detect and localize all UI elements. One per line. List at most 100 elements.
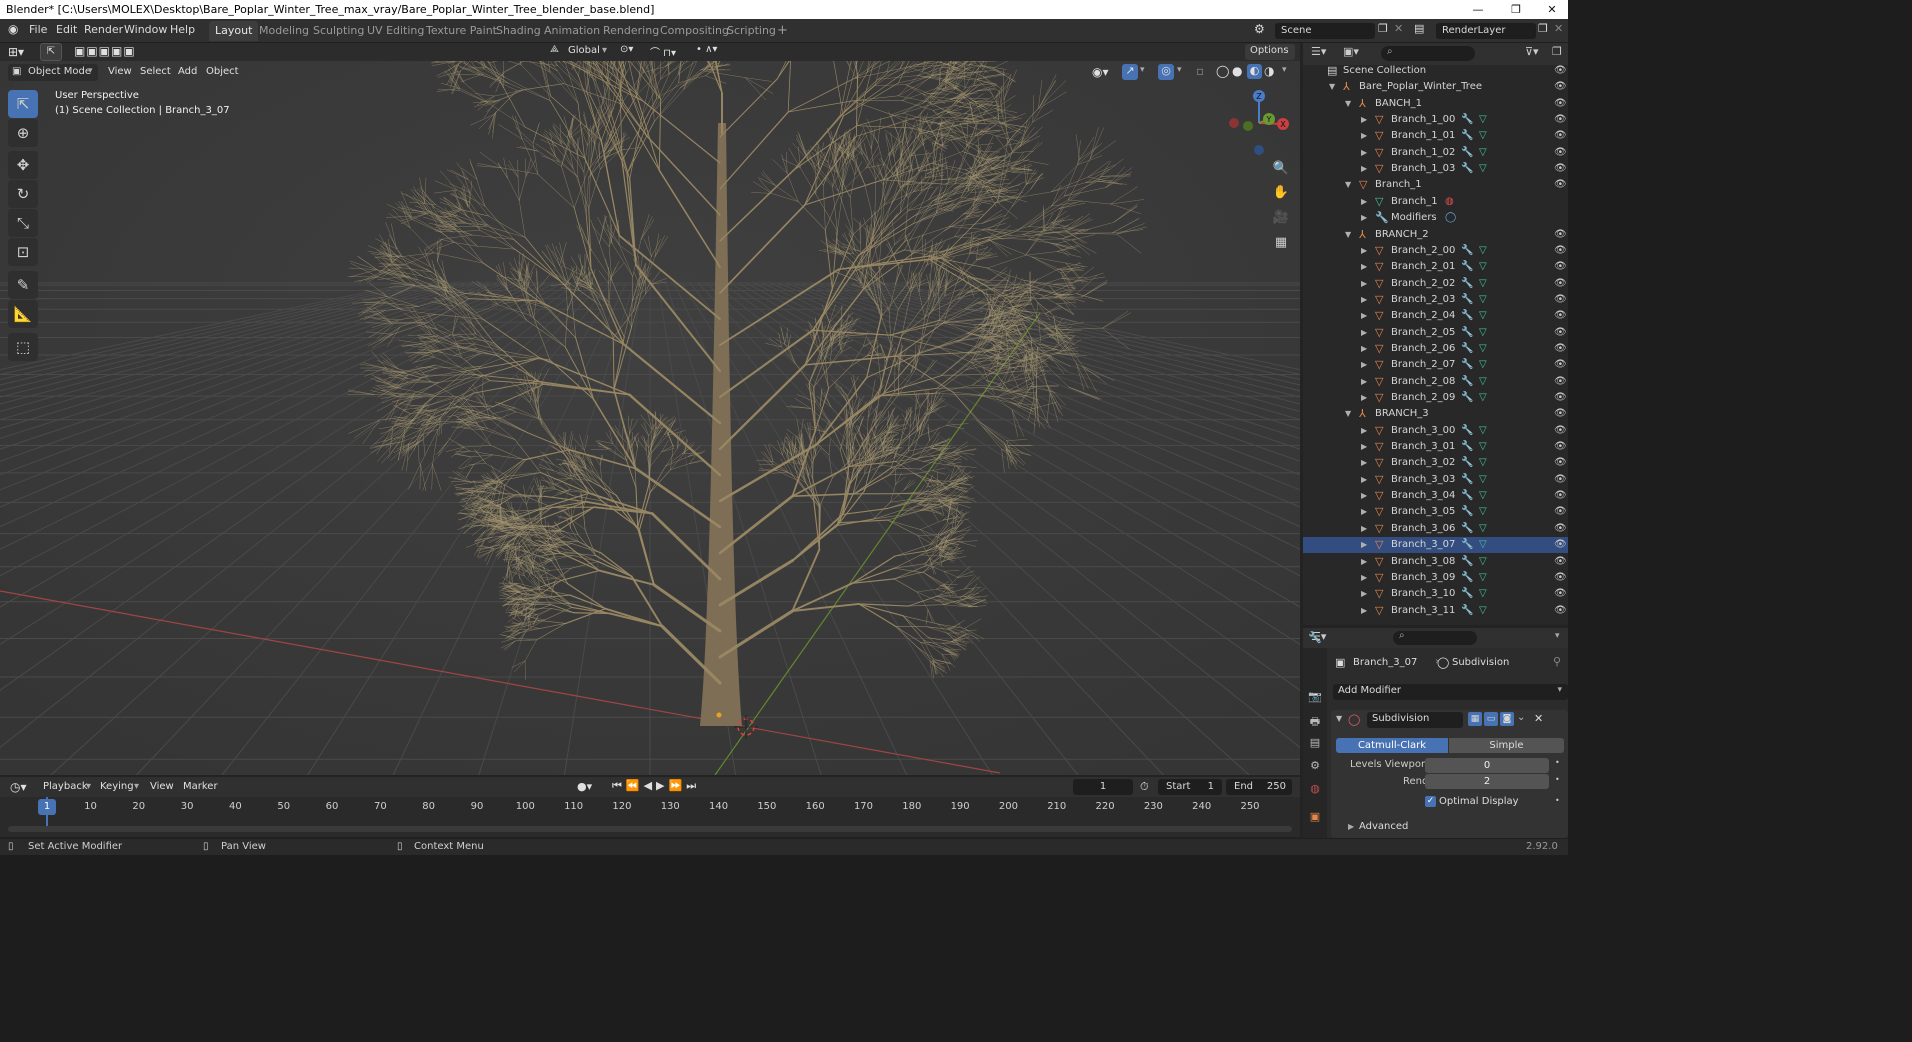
mesh-data-icon[interactable]: ▽ <box>1479 521 1487 537</box>
expand-icon[interactable]: ▶ <box>1361 504 1367 520</box>
start-frame-field[interactable]: Start 1 <box>1158 779 1222 795</box>
expand-advanced-icon[interactable]: ▶ <box>1348 822 1354 831</box>
add-cube-tool[interactable]: ⬚ <box>8 333 38 361</box>
proportional-edit-icon[interactable]: • ∧▾ <box>696 44 717 55</box>
visibility-eye-icon[interactable]: 👁 <box>1554 603 1567 619</box>
select-tool-icon[interactable]: ⇱ <box>40 43 62 61</box>
modifier-wrench-icon[interactable]: 🔧 <box>1461 570 1473 586</box>
chevron-down-icon[interactable]: ▾ <box>1555 631 1560 641</box>
orientation-icon[interactable]: ⟁ <box>550 44 559 55</box>
expand-icon[interactable]: ▶ <box>1361 488 1367 504</box>
expand-icon[interactable]: ▶ <box>1361 292 1367 308</box>
viewport-menu-object[interactable]: Object <box>206 66 239 77</box>
mesh-data-icon[interactable]: ▽ <box>1479 308 1487 324</box>
tab-layout[interactable]: Layout <box>209 21 259 41</box>
visibility-eye-icon[interactable]: 👁 <box>1554 161 1567 177</box>
viewport-menu-select[interactable]: Select <box>140 66 171 77</box>
end-frame-field[interactable]: End 250 <box>1226 779 1292 795</box>
outliner-row[interactable]: ▶ ▽ Branch_3_02 🔧 ▽ 👁 <box>1303 455 1568 471</box>
optimal-display-checkbox[interactable]: ✓ <box>1425 796 1436 807</box>
outliner-row[interactable]: ▶ ▽ Branch_1_00 🔧 ▽ 👁 <box>1303 112 1568 128</box>
properties-search-input[interactable]: ⌕ <box>1393 630 1477 645</box>
record-icon[interactable]: ●▾ <box>577 780 592 793</box>
rendered-shading-icon[interactable]: ◑ <box>1264 64 1274 78</box>
expand-icon[interactable]: ▶ <box>1361 390 1367 406</box>
modifier-wrench-icon[interactable]: 🔧 <box>1461 259 1473 275</box>
expand-icon[interactable]: ▶ <box>1361 128 1367 144</box>
mesh-data-icon[interactable]: ▽ <box>1479 259 1487 275</box>
modifier-wrench-icon[interactable]: 🔧 <box>1461 504 1473 520</box>
modifier-wrench-icon[interactable]: 🔧 <box>1461 325 1473 341</box>
outliner-editor-icon[interactable]: ☰▾ <box>1311 45 1326 58</box>
mesh-data-icon[interactable]: ▽ <box>1479 357 1487 373</box>
outliner-row[interactable]: ▶ ▽ Branch_3_03 🔧 ▽ 👁 <box>1303 472 1568 488</box>
outliner-row[interactable]: ▼ ⅄ BRANCH_3 👁 <box>1303 406 1568 422</box>
mesh-data-icon[interactable]: ▽ <box>1479 472 1487 488</box>
solid-shading-icon[interactable]: ● <box>1232 64 1242 78</box>
expand-icon[interactable]: ▶ <box>1361 439 1367 455</box>
mesh-data-icon[interactable]: ▽ <box>1479 439 1487 455</box>
select-box-tool[interactable]: ⇱ <box>8 90 38 118</box>
visibility-eye-icon[interactable]: 👁 <box>1554 325 1567 341</box>
expand-icon[interactable]: ▶ <box>1361 259 1367 275</box>
modifier-wrench-icon[interactable]: 🔧 <box>1461 439 1473 455</box>
viewport-menu-view[interactable]: View <box>108 66 132 77</box>
add-modifier-dropdown[interactable]: Add Modifier ▾ <box>1333 684 1568 700</box>
scene-properties-icon[interactable]: ⚙ <box>1306 759 1324 772</box>
expand-icon[interactable]: ▶ <box>1361 423 1367 439</box>
modifier-wrench-icon[interactable]: 🔧 <box>1461 472 1473 488</box>
render-properties-icon[interactable]: 📷 <box>1306 690 1324 703</box>
transform-orientation-dropdown[interactable]: Global <box>568 45 600 56</box>
options-dropdown[interactable]: Options <box>1245 44 1295 60</box>
visibility-eye-icon[interactable]: 👁 <box>1554 439 1567 455</box>
scene-field[interactable]: Scene <box>1275 23 1375 39</box>
visibility-eye-icon[interactable]: 👁 <box>1554 128 1567 144</box>
visibility-eye-icon[interactable]: 👁 <box>1554 521 1567 537</box>
delete-modifier-icon[interactable]: ✕ <box>1534 712 1543 725</box>
modifier-wrench-icon[interactable]: 🔧 <box>1461 308 1473 324</box>
keyframe-dot-icon[interactable]: • <box>1555 775 1560 784</box>
expand-icon[interactable]: ▶ <box>1361 603 1367 619</box>
outliner-row[interactable]: ▶ ▽ Branch_2_07 🔧 ▽ 👁 <box>1303 357 1568 373</box>
expand-icon[interactable]: ▶ <box>1361 112 1367 128</box>
mesh-data-icon[interactable]: ▽ <box>1479 390 1487 406</box>
modifier-wrench-icon[interactable]: 🔧 <box>1461 357 1473 373</box>
modifier-wrench-icon[interactable]: 🔧 <box>1461 586 1473 602</box>
mesh-data-icon[interactable]: ▽ <box>1479 504 1487 520</box>
visibility-eye-icon[interactable]: 👁 <box>1554 554 1567 570</box>
visibility-eye-icon[interactable]: 👁 <box>1554 243 1567 259</box>
modifier-wrench-icon[interactable]: 🔧 <box>1461 554 1473 570</box>
outliner-row[interactable]: ▶ ▽ Branch_3_08 🔧 ▽ 👁 <box>1303 554 1568 570</box>
viewport-menu-add[interactable]: Add <box>178 66 197 77</box>
visibility-eye-icon[interactable]: 👁 <box>1554 570 1567 586</box>
visibility-icon[interactable]: ◉▾ <box>1092 65 1109 79</box>
outliner-row[interactable]: ▶ ▽ Branch_2_05 🔧 ▽ 👁 <box>1303 325 1568 341</box>
expand-icon[interactable]: ▶ <box>1361 308 1367 324</box>
expand-icon[interactable]: ▶ <box>1361 472 1367 488</box>
menu-window[interactable]: Window <box>124 23 167 36</box>
modifier-wrench-icon[interactable]: 🔧 <box>1461 537 1473 553</box>
clock-editor-icon[interactable]: ◷▾ <box>10 780 27 794</box>
object-properties-icon[interactable]: ▣ <box>1306 810 1324 823</box>
levels-viewport-field[interactable]: 0 <box>1425 758 1549 773</box>
expand-icon[interactable]: ▶ <box>1361 341 1367 357</box>
collapse-icon[interactable]: ▼ <box>1345 96 1351 112</box>
timeline-menu-playback[interactable]: Playback <box>43 781 88 792</box>
outliner-row[interactable]: ▶ ▽ Branch_3_11 🔧 ▽ 👁 <box>1303 603 1568 619</box>
collapse-modifier-icon[interactable]: ▼ <box>1336 714 1342 723</box>
catmull-clark-button[interactable]: Catmull-Clark <box>1336 738 1448 753</box>
outliner-row[interactable]: ▶ ▽ Branch_1_02 🔧 ▽ 👁 <box>1303 145 1568 161</box>
remove-scene-icon[interactable]: ✕ <box>1394 22 1403 35</box>
close-window-button[interactable]: ✕ <box>1534 0 1568 19</box>
mesh-data-icon[interactable]: ▽ <box>1479 325 1487 341</box>
outliner-row[interactable]: ▼ ⅄ Bare_Poplar_Winter_Tree 👁 <box>1303 79 1568 95</box>
camera-icon[interactable]: 🎥 <box>1270 207 1292 229</box>
visibility-eye-icon[interactable]: 👁 <box>1554 374 1567 390</box>
visibility-eye-icon[interactable]: 👁 <box>1554 390 1567 406</box>
expand-icon[interactable]: ▶ <box>1361 145 1367 161</box>
visibility-eye-icon[interactable]: 👁 <box>1554 227 1567 243</box>
modifier-wrench-icon[interactable]: 🔧 <box>1461 292 1473 308</box>
outliner-row[interactable]: ▶ ▽ Branch_2_08 🔧 ▽ 👁 <box>1303 374 1568 390</box>
pan-hand-icon[interactable]: ✋ <box>1270 182 1292 204</box>
outliner-row[interactable]: ▶ ▽ Branch_3_00 🔧 ▽ 👁 <box>1303 423 1568 439</box>
